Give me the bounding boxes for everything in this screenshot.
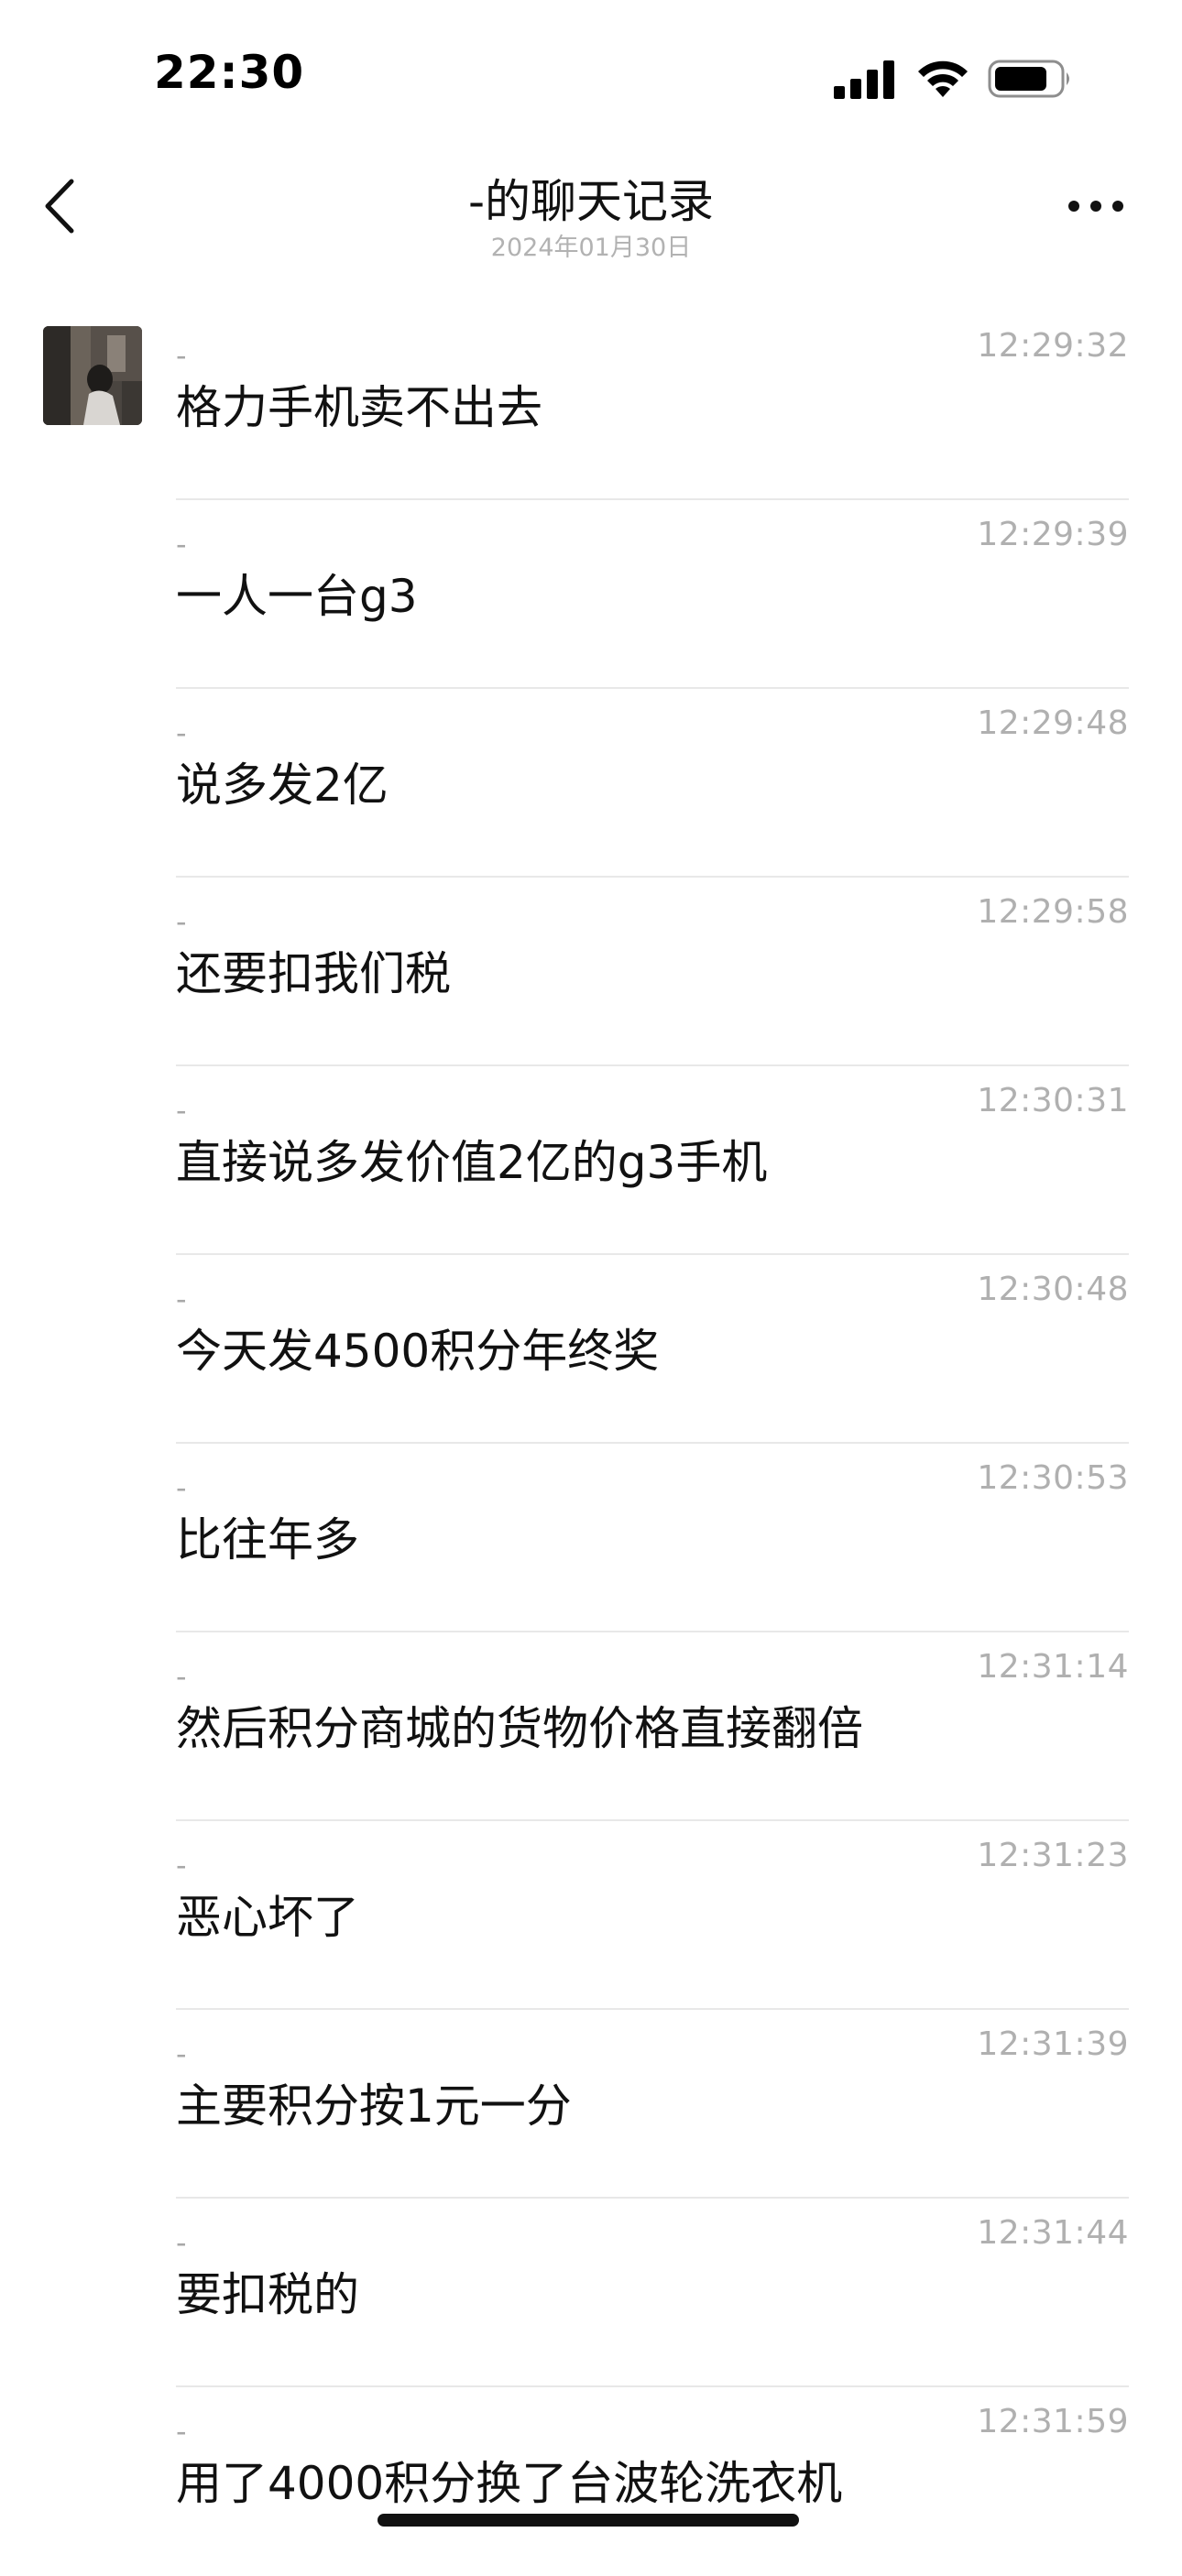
cellular-signal-icon [834,60,894,99]
message-text: 用了4000积分换了台波轮洗衣机 [176,2457,843,2510]
message-sender: - [176,1093,187,1128]
page-subtitle-date: 2024年01月30日 [490,234,692,262]
message-sender: - [176,2225,187,2260]
message-time: 12:30:31 [977,1082,1129,1119]
message-text: 一人一台g3 [176,570,418,623]
message-time: 12:29:39 [977,516,1129,553]
message-item[interactable]: - 12:30:53 比往年多 [0,1444,1182,1632]
message-time: 12:31:23 [977,1837,1129,1874]
message-item[interactable]: - 12:30:31 直接说多发价值2亿的g3手机 [0,1066,1182,1255]
message-time: 12:29:48 [977,704,1129,742]
message-item[interactable]: - 12:31:59 用了4000积分换了台波轮洗衣机 [0,2387,1182,2576]
wifi-icon [918,60,968,97]
message-item[interactable]: - 12:31:14 然后积分商城的货物价格直接翻倍 [0,1632,1182,1821]
message-text: 要扣税的 [176,2268,359,2321]
message-sender: - [176,2036,187,2071]
message-sender: - [176,1470,187,1505]
more-dots-icon [1068,201,1123,212]
message-text: 恶心坏了 [176,1891,359,1944]
message-list: - 12:29:32 格力手机卖不出去 - 12:29:39 一人一台g3 - … [0,311,1182,2576]
message-time: 12:31:14 [977,1648,1129,1686]
message-time: 12:31:39 [977,2025,1129,2063]
message-time: 12:30:53 [977,1459,1129,1497]
message-time: 12:31:59 [977,2403,1129,2440]
message-sender: - [176,527,187,562]
message-item[interactable]: - 12:30:48 今天发4500积分年终奖 [0,1255,1182,1444]
message-time: 12:29:58 [977,893,1129,931]
home-indicator[interactable] [378,2514,799,2527]
message-item[interactable]: - 12:29:32 格力手机卖不出去 [0,311,1182,500]
message-text: 还要扣我们税 [176,947,451,1000]
message-time: 12:29:32 [977,327,1129,365]
message-item[interactable]: - 12:31:23 恶心坏了 [0,1821,1182,2010]
message-item[interactable]: - 12:31:44 要扣税的 [0,2199,1182,2387]
message-item[interactable]: - 12:29:48 说多发2亿 [0,689,1182,878]
message-sender: - [176,904,187,939]
status-time: 22:30 [154,46,305,99]
message-sender: - [176,2414,187,2449]
message-text: 然后积分商城的货物价格直接翻倍 [176,1702,863,1755]
battery-icon [988,60,1069,98]
more-button[interactable] [1054,174,1138,238]
message-item[interactable]: - 12:31:39 主要积分按1元一分 [0,2010,1182,2199]
message-text: 今天发4500积分年终奖 [176,1325,660,1378]
page-title: -的聊天记录 [467,175,715,228]
message-text: 直接说多发价值2亿的g3手机 [176,1136,768,1189]
message-item[interactable]: - 12:29:39 一人一台g3 [0,500,1182,689]
message-sender: - [176,1848,187,1883]
message-text: 格力手机卖不出去 [176,381,542,434]
message-sender: - [176,1282,187,1316]
message-text: 主要积分按1元一分 [176,2079,572,2133]
message-sender: - [176,715,187,750]
message-sender: - [176,338,187,373]
message-text: 说多发2亿 [176,759,389,812]
message-item[interactable]: - 12:29:58 还要扣我们税 [0,878,1182,1066]
message-sender: - [176,1659,187,1694]
message-text: 比往年多 [176,1513,359,1566]
message-time: 12:31:44 [977,2214,1129,2252]
message-time: 12:30:48 [977,1271,1129,1308]
